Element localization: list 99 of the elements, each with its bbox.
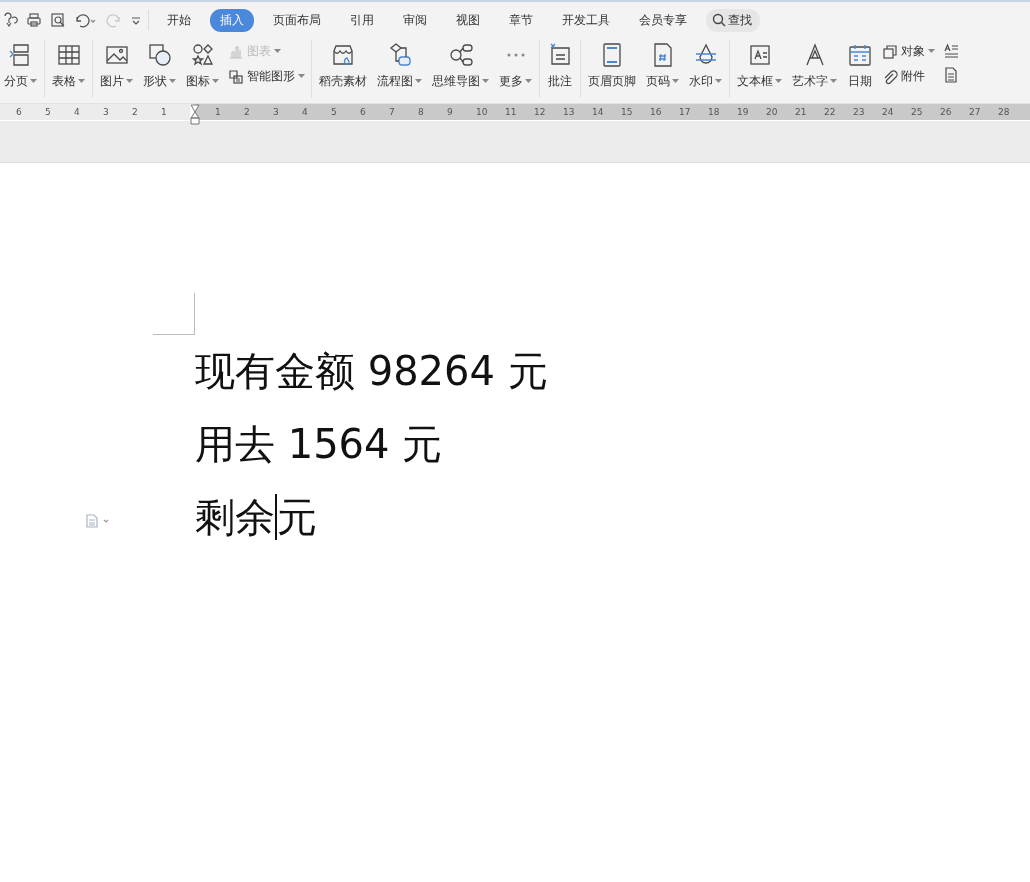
ruler-number: 26 <box>940 106 953 119</box>
ribbon-button[interactable]: 水印 <box>685 40 726 92</box>
ribbon-button[interactable]: 智能图形 <box>225 67 308 86</box>
document-text: 现有金额 98264 元 <box>195 347 548 396</box>
document-text: 用去 1564 元 <box>195 420 444 469</box>
caret-icon <box>78 79 85 84</box>
margin-corner-mark <box>153 293 195 335</box>
ruler-number: 28 <box>998 106 1011 119</box>
ruler-number: 9 <box>447 106 454 119</box>
caret-icon <box>212 79 219 84</box>
ribbon-button[interactable]: 图片 <box>96 40 137 92</box>
print-preview-icon[interactable] <box>50 12 66 28</box>
ruler-number: 4 <box>302 106 309 119</box>
ruler-number: 24 <box>882 106 895 119</box>
caret-icon <box>126 79 133 84</box>
document-icon <box>943 67 959 83</box>
ribbon-button[interactable]: 批注 <box>543 40 577 92</box>
print-icon[interactable] <box>26 12 42 28</box>
ribbon-button[interactable]: 日期 <box>843 40 877 92</box>
ribbon-tab[interactable]: 开发工具 <box>552 8 620 32</box>
ribbon-tab[interactable]: 页面布局 <box>263 8 331 32</box>
ruler-number: 20 <box>766 106 779 119</box>
document-text: 剩余元 <box>195 493 318 542</box>
ruler-number: 17 <box>679 106 692 119</box>
ruler-number: 22 <box>824 106 837 119</box>
icons-icon <box>189 42 216 68</box>
text-lines-icon <box>943 43 959 59</box>
smart-graphic-icon <box>228 68 244 85</box>
undo-icon[interactable] <box>74 12 98 28</box>
search-icon <box>712 13 726 27</box>
ruler-number: 15 <box>621 106 634 119</box>
ribbon-button[interactable]: 页眉页脚 <box>584 40 640 92</box>
ruler-number: 2 <box>244 106 251 119</box>
ruler-number: 27 <box>969 106 982 119</box>
caret-icon <box>30 79 37 84</box>
ruler-number: 3 <box>103 106 110 119</box>
caret-icon <box>415 79 422 84</box>
ruler-number: 21 <box>795 106 808 119</box>
ruler-number: 12 <box>534 106 547 119</box>
ribbon-button[interactable]: 更多 <box>495 40 536 92</box>
paperclip-icon <box>882 68 898 85</box>
ribbon-button[interactable]: 形状 <box>139 40 180 92</box>
ribbon-tab[interactable]: 审阅 <box>393 8 437 32</box>
ruler-number: 1 <box>215 106 222 119</box>
bar-chart-icon <box>228 43 244 60</box>
ruler-number: 10 <box>476 106 489 119</box>
ruler-number: 5 <box>45 106 52 119</box>
ribbon-tab[interactable]: 视图 <box>446 8 490 32</box>
caret-icon <box>298 74 305 79</box>
ribbon-tab[interactable]: 插入 <box>210 8 254 32</box>
ribbon-button[interactable]: 页码 <box>642 40 683 92</box>
ribbon-button[interactable]: 艺术字 <box>788 40 841 92</box>
ruler-number: 16 <box>650 106 663 119</box>
ruler-number: 6 <box>360 106 367 119</box>
ruler-number: 13 <box>563 106 576 119</box>
caret-icon <box>775 79 782 84</box>
ribbon-tab[interactable]: 章节 <box>499 8 543 32</box>
ribbon-button[interactable]: 文本框 <box>733 40 786 92</box>
ruler-number: 4 <box>74 106 81 119</box>
ruler-number: 8 <box>418 106 425 119</box>
ribbon-tab[interactable]: 开始 <box>157 8 201 32</box>
ribbon-button[interactable]: 附件 <box>879 67 938 86</box>
caret-icon <box>169 79 176 84</box>
ruler-number: 23 <box>853 106 866 119</box>
ribbon-tab[interactable]: 会员专享 <box>629 8 697 32</box>
caret-icon <box>274 49 281 54</box>
mindmap-icon <box>447 42 474 68</box>
caret-icon <box>672 79 679 84</box>
ruler-number: 2 <box>132 106 139 119</box>
ruler-number: 11 <box>505 106 518 119</box>
ribbon-tab[interactable]: 引用 <box>340 8 384 32</box>
ruler-number: 5 <box>331 106 338 119</box>
object-icon <box>882 43 898 60</box>
caret-icon <box>482 79 489 84</box>
ruler-number: 14 <box>592 106 605 119</box>
ribbon-button[interactable]: 稻壳素材 <box>315 40 371 92</box>
caret-icon <box>928 49 935 54</box>
shape-icon <box>146 42 173 68</box>
ruler-number: 7 <box>389 106 396 119</box>
table-icon <box>55 42 82 68</box>
ribbon-button[interactable]: 流程图 <box>373 40 426 92</box>
ruler-number: 18 <box>708 106 721 119</box>
ribbon-button[interactable]: 对象 <box>879 42 938 61</box>
ruler-number: 6 <box>16 106 23 119</box>
store-icon <box>330 42 356 68</box>
ruler-number: 3 <box>273 106 280 119</box>
indent-marker-icon[interactable] <box>190 104 200 125</box>
ribbon-button[interactable]: 思维导图 <box>428 40 493 92</box>
calendar-icon <box>847 42 873 68</box>
ribbon-button[interactable]: 分页 <box>0 40 41 92</box>
caret-icon <box>525 79 532 84</box>
ribbon-button[interactable]: 表格 <box>48 40 89 92</box>
ruler-number: 1 <box>161 106 168 119</box>
caret-icon <box>830 79 837 84</box>
caret-icon <box>715 79 722 84</box>
ruler-number: 19 <box>737 106 750 119</box>
ruler-number: 25 <box>911 106 924 119</box>
ribbon-button[interactable]: 图标 <box>182 40 223 92</box>
search-button[interactable]: 查找 <box>706 8 760 32</box>
